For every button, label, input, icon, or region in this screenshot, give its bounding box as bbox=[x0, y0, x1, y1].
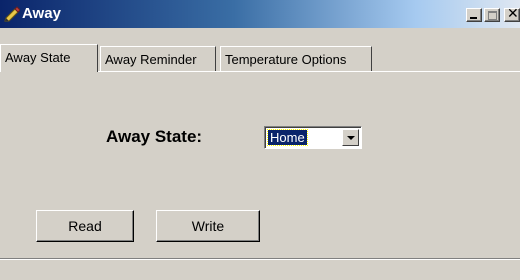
tab-away-reminder[interactable]: Away Reminder bbox=[100, 46, 216, 72]
close-icon: ✕ bbox=[507, 6, 519, 22]
away-window: Away ✕ Away State Away Reminder Temperat… bbox=[0, 0, 520, 280]
read-button[interactable]: Read bbox=[36, 210, 134, 242]
tab-divider bbox=[98, 71, 520, 72]
dropdown-arrow-icon[interactable] bbox=[342, 129, 359, 146]
tab-away-state[interactable]: Away State bbox=[0, 44, 98, 72]
pencil-icon bbox=[4, 6, 20, 22]
title-bar[interactable]: Away ✕ bbox=[0, 0, 520, 28]
away-state-label: Away State: bbox=[106, 127, 203, 146]
minimize-button[interactable] bbox=[466, 8, 482, 22]
bottom-separator bbox=[0, 258, 520, 260]
window-title: Away bbox=[22, 5, 61, 22]
away-state-selected-value: Home bbox=[267, 129, 308, 146]
write-button[interactable]: Write bbox=[156, 210, 260, 242]
close-button[interactable]: ✕ bbox=[504, 6, 520, 22]
maximize-button[interactable] bbox=[484, 8, 500, 22]
away-state-select[interactable]: Home bbox=[264, 126, 362, 149]
tab-temperature-options[interactable]: Temperature Options bbox=[220, 46, 372, 72]
